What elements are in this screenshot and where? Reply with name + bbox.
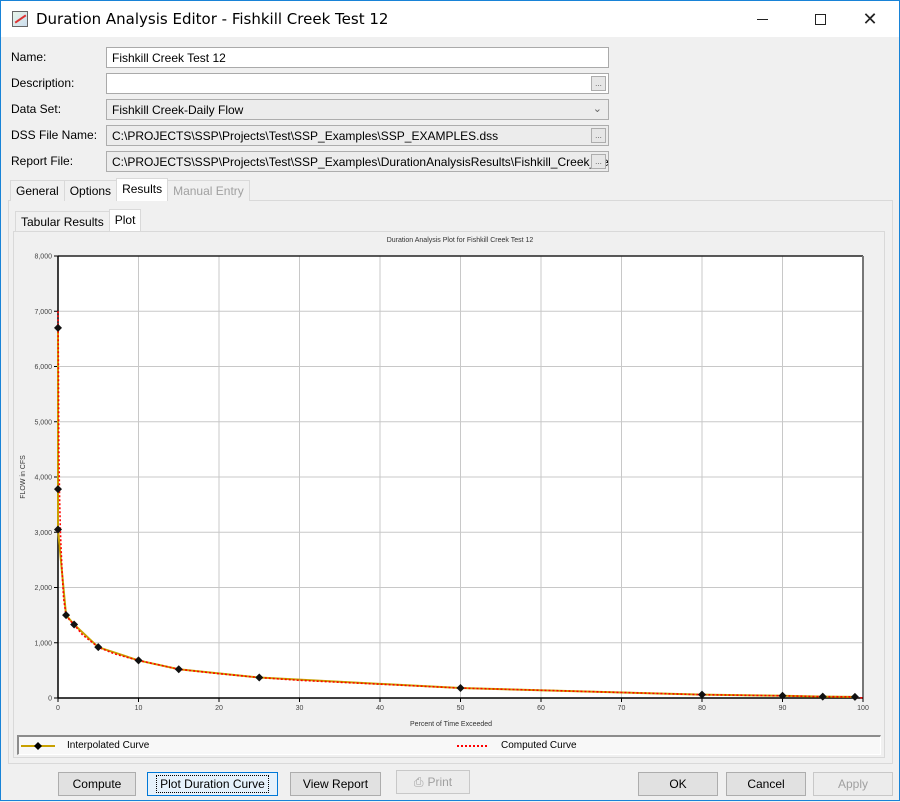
y-tick-label: 2,000 — [34, 585, 52, 592]
chart-app-icon — [12, 11, 28, 27]
description-browse-button[interactable]: ... — [591, 76, 606, 91]
x-tick-label: 60 — [537, 705, 545, 712]
tab-manual-entry: Manual Entry — [167, 180, 250, 201]
y-tick-label: 6,000 — [34, 364, 52, 371]
x-tick-label: 70 — [618, 705, 626, 712]
cancel-label: Cancel — [747, 777, 785, 791]
close-button[interactable]: ✕ — [847, 1, 893, 37]
x-tick-label: 20 — [215, 705, 223, 712]
name-value: Fishkill Creek Test 12 — [112, 51, 226, 65]
x-axis-label: Percent of Time Exceeded — [410, 721, 492, 728]
print-label: Print — [427, 775, 453, 789]
computed-swatch-icon — [457, 744, 487, 747]
interpolated-swatch-icon — [21, 741, 55, 750]
y-tick-label: 7,000 — [34, 309, 52, 316]
dss-file-input[interactable]: C:\PROJECTS\SSP\Projects\Test\SSP_Exampl… — [106, 125, 609, 146]
legend-label-computed: Computed Curve — [501, 740, 577, 751]
dss-file-label: DSS File Name: — [11, 128, 98, 142]
tab-general[interactable]: General — [10, 180, 65, 201]
x-tick-label: 100 — [857, 705, 869, 712]
maximize-button[interactable] — [797, 1, 843, 37]
compute-button[interactable]: Compute — [58, 772, 136, 796]
maximize-icon — [814, 13, 826, 25]
chart-title: Duration Analysis Plot for Fishkill Cree… — [387, 237, 534, 244]
x-tick-label: 40 — [376, 705, 384, 712]
duration-chart[interactable]: Duration Analysis Plot for Fishkill Cree… — [1, 1, 900, 802]
print-button: ⎙ Print — [396, 770, 470, 794]
x-tick-label: 30 — [296, 705, 304, 712]
dss-browse-button[interactable]: ... — [591, 128, 606, 143]
duration-analysis-editor-window: Duration Analysis Editor - Fishkill Cree… — [0, 0, 900, 801]
ok-label: OK — [669, 777, 687, 791]
y-tick-label: 8,000 — [34, 254, 52, 261]
view-report-button[interactable]: View Report — [290, 772, 381, 796]
minimize-icon — [756, 18, 768, 20]
x-tick-label: 50 — [457, 705, 465, 712]
legend-item-interpolated: Interpolated Curve — [21, 740, 149, 751]
x-tick-label: 80 — [698, 705, 706, 712]
dss-file-value: C:\PROJECTS\SSP\Projects\Test\SSP_Exampl… — [112, 129, 499, 143]
chart-legend: Interpolated Curve Computed Curve — [17, 735, 881, 755]
x-tick-label: 90 — [779, 705, 787, 712]
report-file-input[interactable]: C:\PROJECTS\SSP\Projects\Test\SSP_Exampl… — [106, 151, 609, 172]
legend-label-interpolated: Interpolated Curve — [67, 740, 150, 751]
name-label: Name: — [11, 50, 47, 64]
window-title: Duration Analysis Editor - Fishkill Cree… — [36, 10, 389, 28]
y-tick-label: 5,000 — [34, 419, 52, 426]
title-bar: Duration Analysis Editor - Fishkill Cree… — [1, 1, 899, 37]
ok-button[interactable]: OK — [638, 772, 718, 796]
plot-duration-curve-label: Plot Duration Curve — [156, 775, 269, 793]
y-tick-label: 1,000 — [34, 640, 52, 647]
y-tick-label: 4,000 — [34, 475, 52, 482]
tab-plot[interactable]: Plot — [108, 209, 142, 231]
y-tick-label: 0 — [48, 696, 52, 703]
report-file-label: Report File: — [11, 154, 74, 168]
description-input[interactable]: ... — [106, 73, 609, 94]
x-tick-label: 10 — [135, 705, 143, 712]
report-browse-button[interactable]: ... — [591, 154, 606, 169]
name-input[interactable]: Fishkill Creek Test 12 — [106, 47, 609, 68]
x-tick-label: 0 — [56, 705, 60, 712]
tab-tabular-results[interactable]: Tabular Results — [15, 211, 110, 231]
apply-button: Apply — [813, 772, 893, 796]
report-file-value: C:\PROJECTS\SSP\Projects\Test\SSP_Exampl… — [112, 155, 609, 169]
tab-options[interactable]: Options — [63, 180, 118, 201]
close-icon: ✕ — [862, 8, 878, 30]
compute-label: Compute — [72, 777, 122, 791]
dataset-value: Fishkill Creek-Daily Flow — [112, 103, 244, 117]
results-subtabs: Tabular Results Plot — [15, 209, 142, 232]
legend-item-computed: Computed Curve — [455, 740, 577, 751]
tab-results[interactable]: Results — [116, 178, 169, 201]
chevron-down-icon: ⌄ — [592, 103, 602, 115]
y-tick-label: 3,000 — [34, 530, 52, 537]
y-axis-label: FLOW in CFS — [20, 455, 27, 499]
minimize-button[interactable] — [739, 1, 785, 37]
apply-label: Apply — [837, 777, 869, 791]
plot-duration-curve-button[interactable]: Plot Duration Curve — [147, 772, 278, 796]
dataset-label: Data Set: — [11, 102, 62, 116]
cancel-button[interactable]: Cancel — [726, 772, 806, 796]
view-report-label: View Report — [302, 777, 369, 791]
main-tabs: General Options Results Manual Entry — [10, 178, 250, 201]
dataset-select[interactable]: Fishkill Creek-Daily Flow ⌄ — [106, 99, 609, 120]
printer-icon: ⎙ — [413, 774, 424, 789]
description-label: Description: — [11, 76, 75, 90]
